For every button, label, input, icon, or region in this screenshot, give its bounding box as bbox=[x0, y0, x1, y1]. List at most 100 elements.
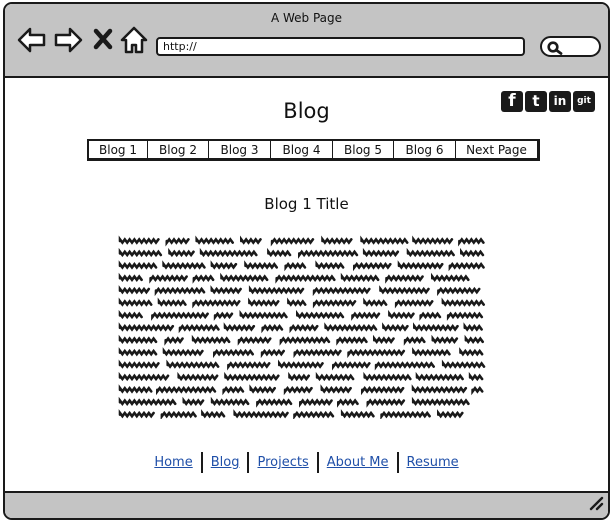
scribble-word bbox=[360, 235, 409, 245]
scribble-word bbox=[431, 272, 470, 282]
scribble-word bbox=[458, 237, 485, 247]
scribble-word bbox=[312, 286, 371, 297]
scribble-word bbox=[192, 274, 215, 284]
scribble-word bbox=[366, 398, 406, 408]
scribble-word bbox=[118, 322, 175, 332]
scribble-word bbox=[411, 384, 468, 394]
scribble-word bbox=[363, 297, 388, 307]
scribble-word bbox=[379, 285, 430, 295]
scribble-word bbox=[178, 324, 220, 334]
footer-link-home[interactable]: Home bbox=[146, 455, 200, 470]
browser-window: A Web Page http:// f t in git Blog Blog … bbox=[3, 2, 610, 520]
scribble-word bbox=[191, 334, 231, 344]
scribble-word bbox=[431, 334, 459, 344]
footer-link-blog[interactable]: Blog bbox=[203, 455, 248, 470]
scribble-word bbox=[299, 398, 333, 408]
scribble-word bbox=[340, 409, 375, 419]
post-body-placeholder bbox=[118, 234, 490, 423]
scribble-word bbox=[362, 247, 400, 258]
scribble-word bbox=[156, 386, 217, 396]
scribble-word bbox=[244, 260, 278, 270]
window-title: A Web Page bbox=[270, 11, 343, 25]
scribble-word bbox=[118, 235, 160, 245]
url-input[interactable]: http:// bbox=[156, 37, 525, 56]
tab-blog-4[interactable]: Blog 4 bbox=[271, 141, 333, 158]
scribble-word bbox=[411, 396, 470, 406]
scribble-word bbox=[160, 410, 197, 421]
scribble-word bbox=[437, 286, 481, 297]
scribble-word bbox=[412, 235, 454, 245]
scribble-word bbox=[468, 371, 484, 382]
scribble-word bbox=[382, 322, 409, 332]
scribble-word bbox=[118, 309, 143, 320]
footer-nav: Home Blog Projects About Me Resume bbox=[5, 452, 608, 473]
tab-blog-3[interactable]: Blog 3 bbox=[209, 141, 271, 158]
tab-blog-5[interactable]: Blog 5 bbox=[333, 141, 394, 158]
tab-blog-1[interactable]: Blog 1 bbox=[89, 141, 148, 158]
scribble-word bbox=[278, 359, 324, 369]
scribble-word bbox=[164, 336, 184, 346]
scribble-word bbox=[464, 334, 484, 344]
scribble-word bbox=[463, 322, 483, 332]
scribble-word bbox=[166, 359, 220, 369]
scribble-word bbox=[347, 348, 406, 359]
page-content: f t in git Blog Blog 1 Blog 2 Blog 3 Blo… bbox=[5, 78, 608, 492]
scribble-word bbox=[284, 262, 307, 272]
scribble-word bbox=[385, 274, 424, 284]
scribble-word bbox=[157, 297, 187, 307]
scribble-word bbox=[118, 359, 160, 369]
close-x-icon[interactable] bbox=[93, 28, 113, 50]
tab-blog-6[interactable]: Blog 6 bbox=[394, 141, 456, 158]
footer-link-projects[interactable]: Projects bbox=[249, 455, 316, 470]
scribble-word bbox=[213, 311, 234, 321]
magnifier-icon bbox=[547, 40, 563, 59]
scribble-word bbox=[260, 348, 285, 359]
scribble-word bbox=[177, 371, 219, 382]
scribble-word bbox=[353, 262, 392, 272]
scribble-word bbox=[192, 299, 241, 309]
scribble-word bbox=[118, 384, 153, 394]
scribble-word bbox=[380, 410, 431, 421]
scribble-word bbox=[361, 386, 405, 396]
scribble-word bbox=[279, 336, 331, 346]
resize-grip-icon[interactable] bbox=[588, 495, 604, 515]
scribble-word bbox=[471, 386, 484, 396]
back-arrow-icon[interactable] bbox=[17, 26, 47, 54]
scribble-word bbox=[213, 348, 254, 359]
scribble-word bbox=[419, 311, 442, 321]
tab-next-page[interactable]: Next Page bbox=[456, 141, 537, 158]
scribble-word bbox=[293, 410, 335, 421]
scribble-word bbox=[168, 247, 195, 258]
scribble-word bbox=[289, 324, 319, 334]
scribble-word bbox=[373, 334, 395, 344]
scribble-word bbox=[118, 409, 155, 419]
scribble-word bbox=[151, 311, 209, 321]
scribble-word bbox=[340, 272, 380, 282]
scribble-word bbox=[118, 347, 158, 357]
home-icon[interactable] bbox=[120, 26, 148, 54]
scribble-word bbox=[315, 371, 355, 382]
scribble-word bbox=[223, 322, 256, 332]
forward-arrow-icon[interactable] bbox=[53, 26, 83, 54]
page-title: Blog bbox=[283, 99, 330, 123]
footer-link-about-me[interactable]: About Me bbox=[319, 455, 397, 470]
scribble-word bbox=[118, 260, 158, 270]
scribble-word bbox=[248, 297, 280, 307]
scribble-word bbox=[210, 260, 238, 270]
tab-blog-2[interactable]: Blog 2 bbox=[148, 141, 209, 158]
scribble-word bbox=[149, 274, 188, 284]
scribble-word bbox=[118, 285, 151, 295]
search-input[interactable] bbox=[540, 36, 601, 57]
scribble-word bbox=[397, 260, 444, 270]
scribble-word bbox=[315, 260, 345, 270]
scribble-word bbox=[374, 361, 435, 371]
scribble-word bbox=[240, 235, 262, 245]
scribble-word bbox=[237, 336, 272, 346]
scribble-word bbox=[182, 396, 205, 406]
browser-titlebar: A Web Page http:// bbox=[5, 4, 608, 78]
footer-link-resume[interactable]: Resume bbox=[399, 455, 467, 470]
scribble-word bbox=[412, 347, 451, 357]
scribble-word bbox=[275, 274, 336, 284]
scribble-word bbox=[394, 299, 434, 309]
scribble-word bbox=[239, 309, 288, 320]
